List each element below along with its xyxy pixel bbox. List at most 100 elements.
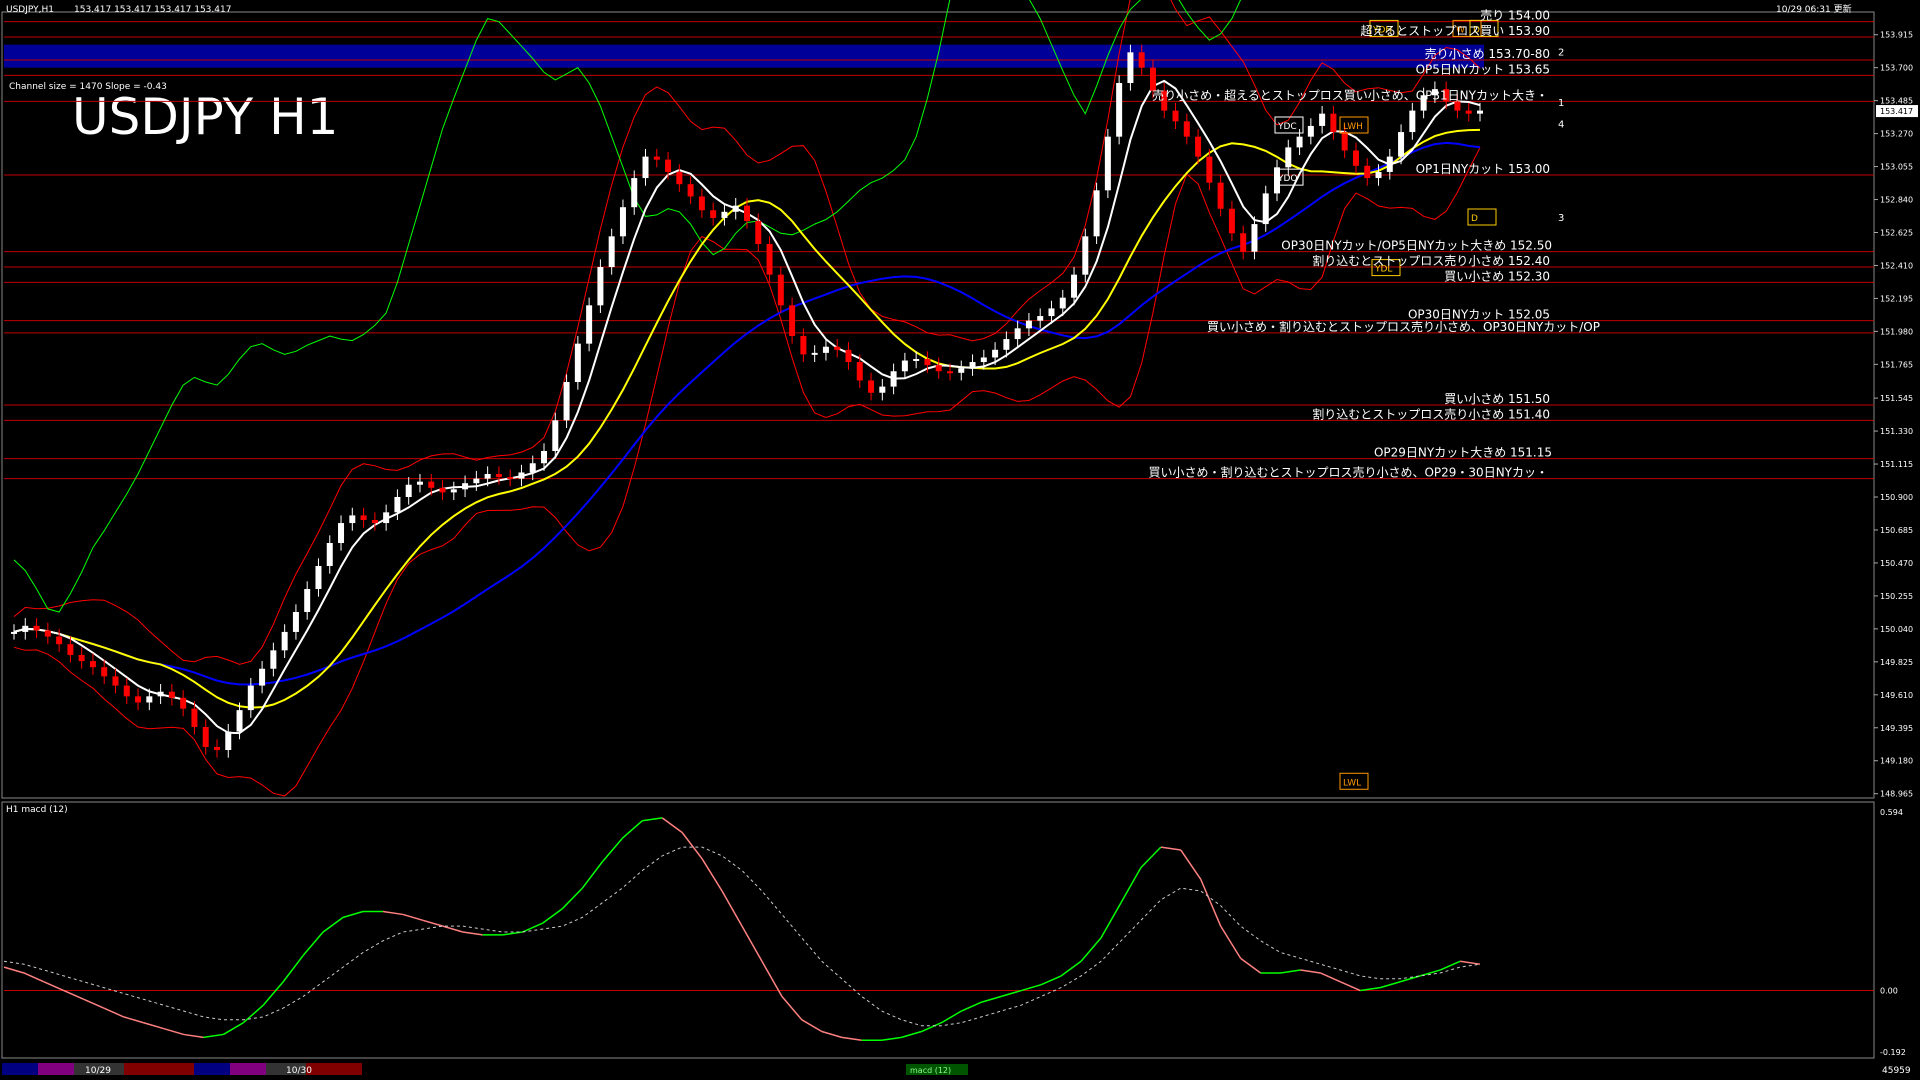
level-label: 超えるとストップロス買い 153.90	[1361, 23, 1550, 38]
level-label: 買い小さめ・割り込むとストップロス売り小さめ、OP29・30日NYカッ・	[1148, 465, 1548, 480]
level-label: OP5日NYカット 153.65	[1416, 62, 1550, 76]
level-marker-label: YDO	[1277, 174, 1298, 184]
candle-body	[946, 371, 953, 374]
candle-body	[924, 359, 931, 366]
level-marker-label: D	[1471, 214, 1478, 224]
candle-body	[563, 382, 570, 421]
candle-body	[642, 156, 649, 179]
symbol-title: USDJPY H1	[72, 88, 338, 146]
macd-tick-label: -0.192	[1880, 1048, 1906, 1057]
candle-body	[281, 631, 288, 651]
candle-body	[450, 489, 457, 493]
candle-body	[608, 236, 615, 267]
price-tick-label: 149.180	[1880, 757, 1913, 766]
candle-body	[439, 487, 446, 493]
footer-date-1: 10/29	[85, 1066, 111, 1076]
level-label: OP29日NYカット大きめ 151.15	[1374, 446, 1552, 460]
price-tick-label: 153.700	[1880, 64, 1913, 73]
candle-body	[371, 520, 378, 524]
footer-segment	[306, 1063, 362, 1075]
price-tick-label: 150.900	[1880, 493, 1913, 502]
candle-body	[721, 211, 728, 218]
macd-tick-label: 0.00	[1880, 987, 1898, 996]
candle-body	[845, 349, 852, 363]
candle-body	[78, 654, 85, 662]
candle-body	[89, 661, 96, 668]
resistance-zone	[4, 44, 1484, 68]
price-tick-label: 153.055	[1880, 163, 1913, 172]
candle-body	[394, 497, 401, 513]
candle-body	[146, 696, 153, 703]
channel-line-label: 4	[1558, 119, 1564, 130]
candle-body	[1003, 339, 1010, 350]
candle-body	[123, 685, 130, 697]
candle-body	[1037, 316, 1044, 321]
candle-body	[484, 474, 491, 479]
candle-body	[1398, 132, 1405, 157]
price-tick-label: 149.610	[1880, 691, 1913, 700]
price-tick-label: 150.470	[1880, 559, 1913, 568]
price-tick-label: 150.255	[1880, 592, 1913, 601]
candle-body	[856, 362, 863, 381]
candle-body	[168, 691, 175, 698]
candle-body	[11, 631, 17, 634]
level-label: 売り小さめ 153.70-80	[1425, 46, 1550, 61]
candle-body	[1409, 110, 1416, 133]
candle-body	[574, 343, 581, 382]
candle-body	[225, 731, 232, 750]
candle-body	[901, 360, 908, 372]
candle-body	[1386, 156, 1393, 172]
channel-line-label: 1	[1558, 98, 1564, 109]
candle-body	[1217, 182, 1224, 209]
candle-body	[44, 630, 51, 637]
candle-body	[236, 710, 243, 732]
candle-body	[180, 697, 187, 709]
level-marker-label: YDC	[1277, 122, 1297, 132]
candle-body	[800, 336, 807, 355]
candle-body	[1319, 113, 1326, 126]
candle-body	[462, 483, 469, 490]
candle-body	[1048, 308, 1055, 317]
candle-body	[135, 696, 142, 703]
candle-body	[1071, 274, 1078, 298]
candle-body	[1104, 136, 1111, 191]
candle-body	[732, 205, 739, 212]
candle-body	[428, 481, 435, 488]
candle-body	[958, 368, 965, 373]
price-tick-label: 150.040	[1880, 625, 1913, 634]
candle-body	[247, 685, 254, 711]
candle-body	[653, 156, 660, 160]
update-timestamp: 10/29 06:31 更新	[1776, 3, 1852, 15]
price-tick-label: 153.485	[1880, 97, 1913, 106]
candle-body	[270, 650, 277, 669]
candle-body	[33, 625, 40, 631]
level-label: 売り 154.00	[1480, 8, 1550, 23]
candle-body	[913, 359, 920, 361]
chart-canvas: USDJPY,H1 153.417 153.417 153.417 153.41…	[1, 0, 1918, 1076]
level-marker-label: LWL	[1343, 778, 1361, 788]
candle-body	[879, 386, 886, 393]
candle-body	[1341, 132, 1348, 151]
candle-body	[890, 371, 897, 387]
candle-body	[766, 244, 773, 275]
candle-body	[67, 644, 74, 655]
price-tick-label: 152.840	[1880, 196, 1913, 205]
candle-body	[22, 625, 29, 632]
candle-body	[473, 478, 480, 484]
candle-body	[1285, 147, 1292, 168]
candle-body	[619, 207, 626, 237]
candle-body	[755, 221, 762, 244]
window-title: USDJPY,H1	[6, 5, 54, 15]
level-label: 買い小さめ・割り込むとストップロス売り小さめ、OP30日NYカット/OP	[1207, 319, 1600, 334]
candle-body	[789, 305, 796, 336]
footer-segment	[194, 1063, 230, 1075]
candle-body	[1059, 297, 1066, 309]
candle-body	[56, 636, 63, 645]
price-tick-label: 152.410	[1880, 261, 1913, 270]
price-tick-label: 153.270	[1880, 130, 1913, 139]
candle-body	[698, 196, 705, 211]
candle-body	[1296, 136, 1303, 148]
candle-body	[405, 484, 412, 497]
level-label: 買い小さめ 151.50	[1444, 392, 1550, 406]
candle-body	[1025, 320, 1032, 329]
